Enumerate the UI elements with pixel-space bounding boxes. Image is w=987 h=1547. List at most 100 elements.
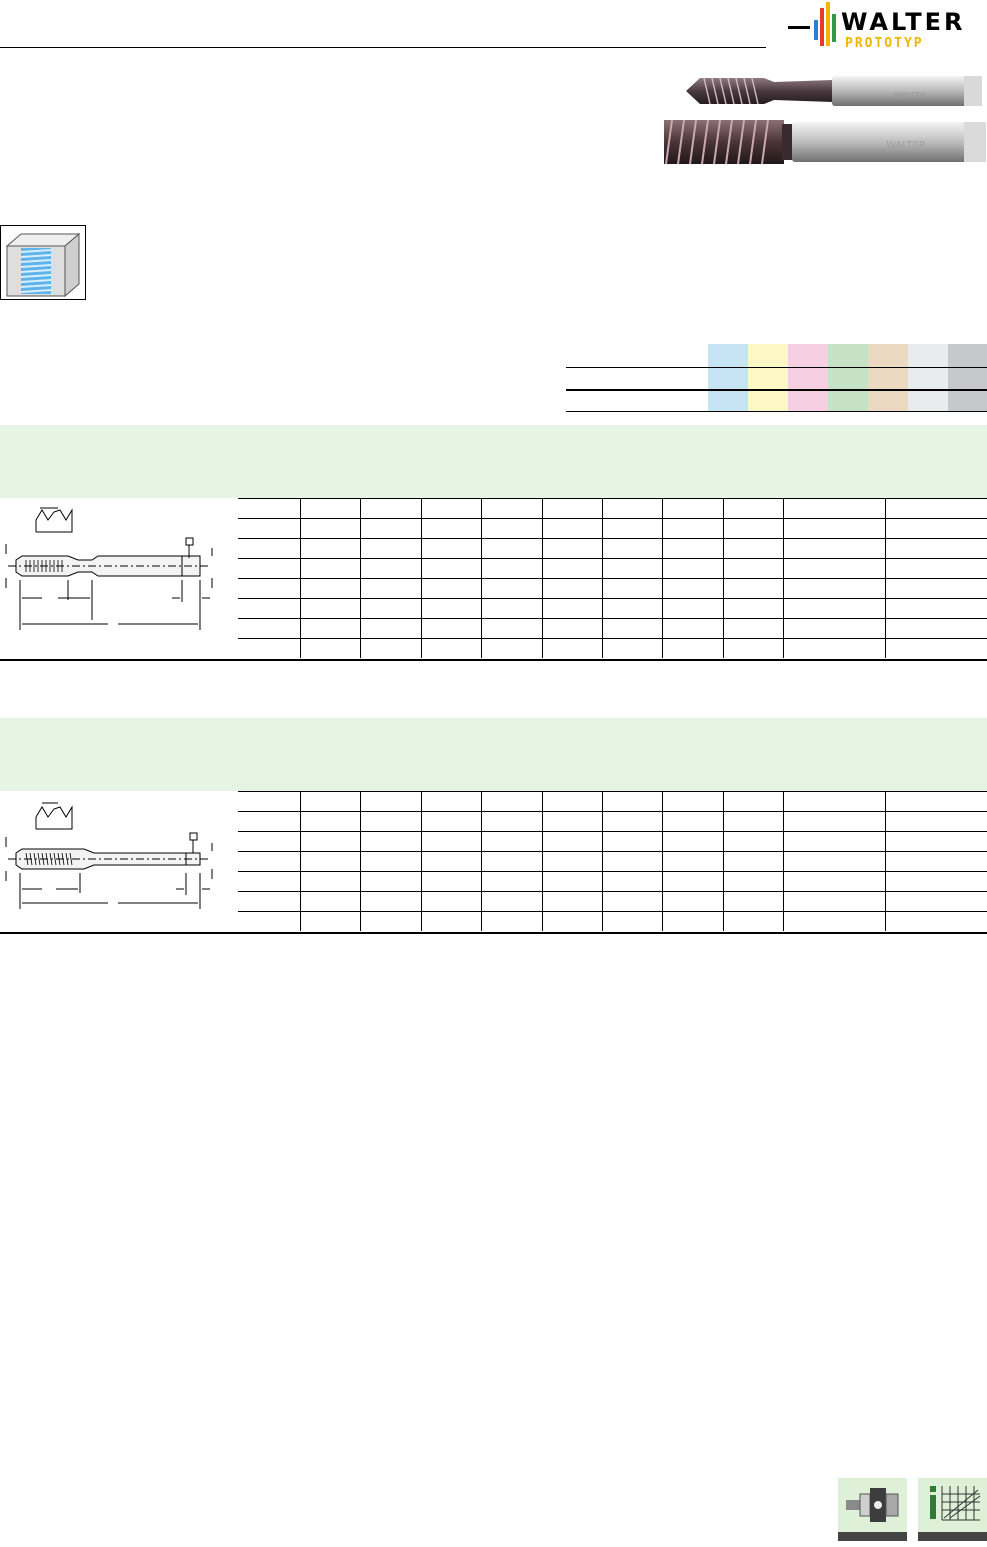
table-cell <box>480 518 542 539</box>
table-cell <box>722 891 783 912</box>
table-cell <box>480 498 542 519</box>
table-row <box>238 831 987 852</box>
table-cell <box>238 811 300 832</box>
table-cell <box>359 518 421 539</box>
table-cell <box>299 518 360 539</box>
table-cell <box>884 791 987 812</box>
table-cell <box>420 558 481 579</box>
table-cell <box>299 791 360 812</box>
table-cell <box>420 871 481 892</box>
section-2-bottom-rule <box>0 932 987 934</box>
material-rule-3 <box>566 411 987 412</box>
table-cell <box>601 811 662 832</box>
table-cell <box>722 618 783 639</box>
table-cell <box>480 638 542 658</box>
table-row <box>238 538 987 559</box>
table-cell <box>601 538 662 559</box>
material-group-swatch <box>828 344 868 412</box>
table-cell <box>601 831 662 852</box>
table-cell <box>359 871 421 892</box>
table-cell <box>884 851 987 872</box>
table-cell <box>359 831 421 852</box>
table-cell <box>661 851 723 872</box>
table-cell <box>541 891 602 912</box>
table-cell <box>661 638 723 658</box>
table-cell <box>884 871 987 892</box>
table-cell <box>359 891 421 912</box>
table-cell <box>722 538 783 559</box>
table-cell <box>722 578 783 599</box>
section-1-header-band <box>0 425 987 498</box>
material-group-swatch <box>748 344 788 412</box>
info-chart-button[interactable] <box>918 1478 987 1541</box>
table-cell <box>359 578 421 599</box>
spiral-point-tap-drawing <box>5 507 213 630</box>
table-cell <box>782 558 885 579</box>
table-cell <box>782 538 885 559</box>
table-cell <box>480 791 542 812</box>
table-cell <box>541 871 602 892</box>
table-cell <box>238 891 300 912</box>
table-cell <box>722 791 783 812</box>
spiral-flute-tap-image: WALTER <box>664 119 986 165</box>
table-cell <box>359 791 421 812</box>
table-cell <box>722 851 783 872</box>
table-cell <box>359 851 421 872</box>
table-cell <box>601 518 662 539</box>
table-cell <box>782 578 885 599</box>
table-cell <box>238 598 300 619</box>
svg-text:WALTER: WALTER <box>886 140 926 151</box>
table-cell <box>884 578 987 599</box>
table-cell <box>359 618 421 639</box>
table-cell <box>601 911 662 931</box>
table-row <box>238 618 987 639</box>
material-rule-1 <box>566 367 987 368</box>
table-cell <box>722 831 783 852</box>
table-row <box>238 871 987 892</box>
table-cell <box>480 891 542 912</box>
table-cell <box>661 791 723 812</box>
material-group-swatch <box>868 344 908 412</box>
tap-holder-button[interactable] <box>838 1478 907 1541</box>
table-cell <box>722 911 783 931</box>
table-cell <box>420 538 481 559</box>
table-cell <box>541 638 602 658</box>
table-cell <box>541 851 602 872</box>
table-cell <box>541 518 602 539</box>
table-row <box>238 911 987 931</box>
info-chart-icon <box>930 1486 981 1521</box>
section-2-header-band <box>0 718 987 791</box>
table-cell <box>541 578 602 599</box>
table-cell <box>541 831 602 852</box>
table-cell <box>238 638 300 658</box>
table-cell <box>782 831 885 852</box>
table-row <box>238 558 987 579</box>
table-cell <box>884 538 987 559</box>
table-cell <box>238 518 300 539</box>
table-cell <box>601 618 662 639</box>
table-cell <box>722 811 783 832</box>
table-cell <box>299 831 360 852</box>
table-cell <box>480 831 542 852</box>
table-cell <box>420 811 481 832</box>
table-cell <box>601 638 662 658</box>
table-cell <box>238 558 300 579</box>
table-cell <box>541 911 602 931</box>
table-cell <box>299 538 360 559</box>
table-cell <box>480 871 542 892</box>
table-cell <box>541 791 602 812</box>
table-cell <box>238 851 300 872</box>
table-cell <box>480 618 542 639</box>
threaded-hole-icon <box>0 225 86 300</box>
logo-bars-icon <box>788 2 836 46</box>
table-cell <box>420 598 481 619</box>
table-cell <box>299 638 360 658</box>
table-row <box>238 518 987 539</box>
table-cell <box>420 498 481 519</box>
section-1-data-table <box>238 498 987 658</box>
table-cell <box>541 811 602 832</box>
table-cell <box>722 871 783 892</box>
table-cell <box>782 911 885 931</box>
table-cell <box>299 871 360 892</box>
table-cell <box>884 498 987 519</box>
